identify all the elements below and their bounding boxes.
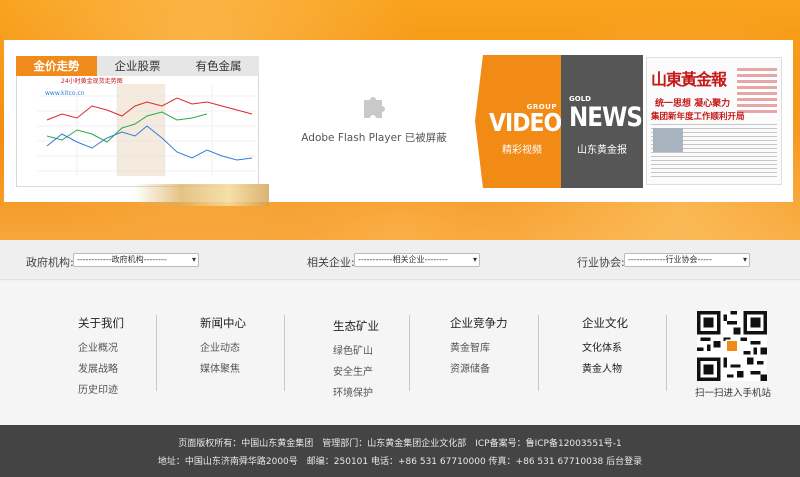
chart-tabs: 金价走势 企业股票 有色金属 [16,56,259,76]
nav-item-think-tank[interactable]: 黄金智库 [450,339,508,354]
chart-watermark: www.kitco.cn [45,90,85,97]
chevron-down-icon: ▾ [742,255,747,264]
gold-price-chart: 24小时黄金现货走势图 www.kitco.cn [16,76,259,187]
gold-label: GOLD [569,95,591,103]
nav-col-eco-mining: 生态矿业 绿色矿山 安全生产 环境保护 [333,318,379,405]
chevron-down-icon: ▾ [191,255,196,264]
chart-title: 24小时黄金现货走势图 [61,78,123,85]
nav-item-history[interactable]: 历史印迹 [78,381,124,396]
qr-code [697,311,767,381]
news-subtitle: 山东黄金报 [577,145,627,156]
nav-title-eco-mining[interactable]: 生态矿业 [333,318,379,334]
address-line: 地址：中国山东济南舜华路2000号 邮编：250101 电话：+86 531 6… [157,457,643,467]
flash-blocked-message: Adobe Flash Player 已被屏蔽 [301,132,447,144]
nav-item-reserves[interactable]: 资源储备 [450,360,508,375]
copyright-line: 页面版权所有：中国山东黄金集团 管理部门：山东黄金集团企业文化部 ICP备案号：… [178,439,622,449]
nav-divider [156,315,157,391]
media-panel: GROUP VIDEO 精彩视频 GOLD NEWS 山东黄金报 山東黃金報 统… [475,55,784,188]
nav-col-competitiveness: 企业竞争力 黄金智库 资源储备 [450,315,508,381]
newspaper-sidebar [737,68,777,116]
nav-divider [409,315,410,391]
nav-title-about[interactable]: 关于我们 [78,315,124,331]
nav-item-safety[interactable]: 安全生产 [333,363,379,378]
tab-company-stock[interactable]: 企业股票 [97,56,178,76]
newspaper-headline-1: 统一思想 凝心聚力 [655,99,731,109]
news-label: NEWS [569,103,643,133]
tab-nonferrous-metals[interactable]: 有色金属 [178,56,259,76]
gov-label: 政府机构: [26,256,74,269]
nav-item-green-mine[interactable]: 绿色矿山 [333,342,379,357]
company-label: 相关企业: [307,256,355,269]
feature-banner: 金价走势 企业股票 有色金属 24小时黄金现货走势图 www.kitco.cn … [4,40,793,206]
nav-item-overview[interactable]: 企业概况 [78,339,124,354]
nav-col-news: 新闻中心 企业动态 媒体聚焦 [200,315,246,381]
newspaper-headline-2: 集团新年度工作顺利开局 [651,112,745,122]
chevron-down-icon: ▾ [472,255,477,264]
qr-code-image [697,311,767,381]
nav-col-culture: 企业文化 文化体系 黄金人物 [582,315,628,381]
puzzle-plugin-icon [364,97,385,118]
newspaper-photo [653,128,683,152]
nav-item-culture-system[interactable]: 文化体系 [582,339,628,354]
gov-select-value: ------------政府机构-------- [77,255,167,264]
copyright-footer: 页面版权所有：中国山东黄金集团 管理部门：山东黄金集团企业文化部 ICP备案号：… [0,425,800,477]
flash-placeholder[interactable]: Adobe Flash Player 已被屏蔽 [266,40,482,202]
nav-divider [666,315,667,391]
tab-gold-price[interactable]: 金价走势 [16,56,97,76]
nav-divider [284,315,285,391]
news-link[interactable]: GOLD NEWS 山东黄金报 [561,55,643,188]
nav-item-environment[interactable]: 环境保护 [333,384,379,399]
newspaper-thumbnail[interactable]: 山東黃金報 统一思想 凝心聚力 集团新年度工作顺利开局 [646,57,782,185]
newspaper-title: 山東黃金報 [651,70,727,89]
video-label: VIDEO [489,109,562,138]
video-subtitle: 精彩视频 [502,145,542,156]
video-link[interactable]: GROUP VIDEO 精彩视频 [475,55,562,188]
nav-title-competitiveness[interactable]: 企业竞争力 [450,315,508,331]
qr-caption: 扫一扫进入手机站 [694,388,771,399]
assoc-select[interactable]: -------------行业协会----- ▾ [624,253,750,267]
nav-title-culture[interactable]: 企业文化 [582,315,628,331]
filter-bar: 政府机构: ------------政府机构-------- ▾ 相关企业: -… [0,240,800,280]
nav-col-about: 关于我们 企业概况 发展战略 历史印迹 [78,315,124,402]
company-select[interactable]: ------------相关企业-------- ▾ [354,253,480,267]
nav-item-gold-people[interactable]: 黄金人物 [582,360,628,375]
nav-title-news[interactable]: 新闻中心 [200,315,246,331]
gov-select[interactable]: ------------政府机构-------- ▾ [73,253,199,267]
footer-navigation: 关于我们 企业概况 发展战略 历史印迹 新闻中心 企业动态 媒体聚焦 生态矿业 … [0,281,800,425]
gold-price-widget: 金价走势 企业股票 有色金属 24小时黄金现货走势图 www.kitco.cn [16,56,269,206]
company-select-value: ------------相关企业-------- [358,255,448,264]
assoc-label: 行业协会: [577,256,625,269]
nav-item-media-focus[interactable]: 媒体聚焦 [200,360,246,375]
gold-bars-decoration [134,184,269,206]
nav-divider [538,315,539,391]
nav-item-strategy[interactable]: 发展战略 [78,360,124,375]
assoc-select-value: -------------行业协会----- [628,255,712,264]
nav-item-company-news[interactable]: 企业动态 [200,339,246,354]
